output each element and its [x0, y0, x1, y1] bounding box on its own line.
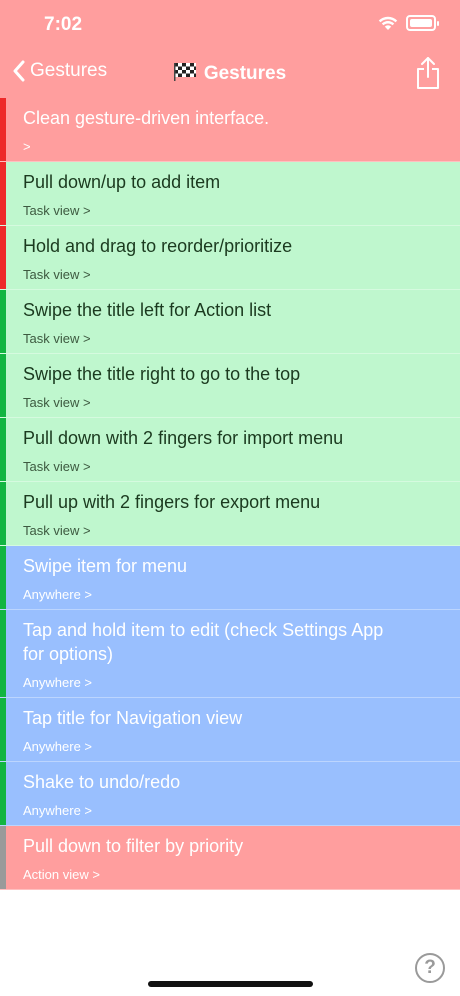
item-subtitle: Task view >	[23, 203, 91, 218]
item-title: Shake to undo/redo	[23, 772, 181, 792]
item-title: Pull down with 2 fingers for import menu	[23, 428, 344, 448]
list-item[interactable]: Pull down/up to add item Task view >	[0, 162, 460, 226]
list-item[interactable]: Pull down to filter by priority Action v…	[0, 826, 460, 890]
item-title: Swipe the title left for Action list	[23, 300, 272, 320]
list-item[interactable]: Shake to undo/redo Anywhere >	[0, 762, 460, 826]
list-item[interactable]: Hold and drag to reorder/prioritize Task…	[0, 226, 460, 290]
list-item[interactable]: Pull down with 2 fingers for import menu…	[0, 418, 460, 482]
item-title: Pull up with 2 fingers for export menu	[23, 492, 321, 512]
status-time: 7:02	[44, 14, 83, 35]
header: 7:02 Gestures Gestures	[0, 0, 460, 98]
list-item[interactable]: Pull up with 2 fingers for export menu T…	[0, 482, 460, 546]
item-title: Hold and drag to reorder/prioritize	[23, 236, 293, 256]
list-item[interactable]: Swipe item for menu Anywhere >	[0, 546, 460, 610]
navigation-bar: Gestures Gestures	[0, 56, 460, 94]
list-item[interactable]: Swipe the title left for Action list Tas…	[0, 290, 460, 354]
item-subtitle: Anywhere >	[23, 739, 93, 754]
item-title-continued: for options)	[23, 644, 114, 664]
share-button[interactable]	[416, 56, 440, 95]
item-title: Clean gesture-driven interface.	[23, 108, 270, 128]
item-title: Tap title for Navigation view	[23, 708, 243, 728]
item-subtitle: Task view >	[23, 459, 91, 474]
item-subtitle: Anywhere >	[23, 803, 93, 818]
item-title: Swipe the title right to go to the top	[23, 364, 301, 384]
item-title: Swipe item for menu	[23, 556, 188, 576]
status-icons	[378, 15, 439, 31]
share-icon	[417, 57, 439, 89]
wifi-icon	[378, 16, 398, 30]
item-title: Pull down to filter by priority	[23, 836, 244, 856]
item-title: Tap and hold item to edit (check Setting…	[23, 620, 384, 640]
list-item[interactable]: Clean gesture-driven interface. >	[0, 98, 460, 162]
page-title-label: Gestures	[203, 63, 287, 84]
page-title[interactable]: Gestures	[0, 63, 460, 85]
item-subtitle: >	[23, 139, 31, 154]
home-indicator	[148, 981, 313, 987]
list-item[interactable]: Tap and hold item to edit (check Setting…	[0, 610, 460, 698]
item-subtitle: Task view >	[23, 331, 91, 346]
item-subtitle: Anywhere >	[23, 587, 93, 602]
item-subtitle: Anywhere >	[23, 675, 93, 690]
battery-icon	[406, 15, 439, 31]
item-subtitle: Task view >	[23, 523, 91, 538]
help-button[interactable]: ?	[415, 953, 445, 983]
list-item[interactable]: Tap title for Navigation view Anywhere >	[0, 698, 460, 762]
checkered-flag-icon	[173, 63, 196, 81]
item-subtitle: Task view >	[23, 267, 91, 282]
list-item[interactable]: Swipe the title right to go to the top T…	[0, 354, 460, 418]
gesture-list: Clean gesture-driven interface. > Pull d…	[0, 98, 460, 890]
item-subtitle: Action view >	[23, 867, 100, 882]
item-title: Pull down/up to add item	[23, 172, 221, 192]
item-subtitle: Task view >	[23, 395, 91, 410]
